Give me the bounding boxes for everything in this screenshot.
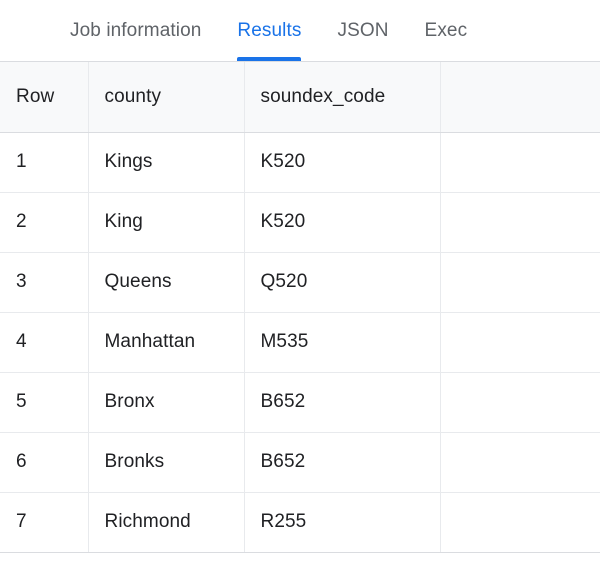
table-row[interactable]: 4 Manhattan M535 — [0, 312, 600, 373]
tab-results[interactable]: Results — [237, 0, 302, 61]
cell-empty — [440, 492, 600, 553]
table-header-row: Row county soundex_code — [0, 62, 600, 133]
tab-label: JSON — [337, 19, 389, 41]
cell-county: Queens — [88, 252, 245, 313]
cell-soundex-code: B652 — [244, 432, 441, 493]
column-header-soundex-code[interactable]: soundex_code — [244, 62, 441, 133]
table-row[interactable]: 2 King K520 — [0, 192, 600, 253]
table-row[interactable]: 7 Richmond R255 — [0, 492, 600, 553]
cell-empty — [440, 312, 600, 373]
query-results-panel: Job information Results JSON Exec Row co… — [0, 0, 600, 571]
tab-json[interactable]: JSON — [337, 0, 388, 61]
cell-soundex-code: M535 — [244, 312, 441, 373]
column-header-row[interactable]: Row — [0, 62, 89, 133]
table-row[interactable]: 3 Queens Q520 — [0, 252, 600, 313]
cell-soundex-code: K520 — [244, 192, 441, 253]
cell-empty — [440, 432, 600, 493]
cell-row-number: 4 — [0, 312, 89, 373]
results-table-header: Row county soundex_code — [0, 62, 600, 133]
cell-county: Richmond — [88, 492, 245, 553]
cell-county: Kings — [88, 132, 245, 193]
cell-row-number: 5 — [0, 372, 89, 433]
cell-soundex-code: K520 — [244, 132, 441, 193]
results-table: Row county soundex_code 1 Kings K520 2 K… — [0, 62, 600, 553]
tab-active-indicator — [237, 57, 302, 61]
cell-county: Bronx — [88, 372, 245, 433]
cell-county: Manhattan — [88, 312, 245, 373]
table-row[interactable]: 5 Bronx B652 — [0, 372, 600, 433]
cell-row-number: 6 — [0, 432, 89, 493]
column-header-county[interactable]: county — [88, 62, 245, 133]
cell-row-number: 3 — [0, 252, 89, 313]
cell-empty — [440, 372, 600, 433]
cell-row-number: 7 — [0, 492, 89, 553]
cell-row-number: 1 — [0, 132, 89, 193]
cell-soundex-code: B652 — [244, 372, 441, 433]
cell-empty — [440, 132, 600, 193]
tab-job-information[interactable]: Job information — [70, 0, 201, 61]
cell-county: Bronks — [88, 432, 245, 493]
table-row[interactable]: 1 Kings K520 — [0, 132, 600, 193]
results-table-container: Row county soundex_code 1 Kings K520 2 K… — [0, 62, 600, 569]
cell-soundex-code: Q520 — [244, 252, 441, 313]
cell-empty — [440, 252, 600, 313]
tab-label: Exec — [424, 19, 468, 41]
tab-execution-details[interactable]: Exec — [425, 0, 468, 61]
table-bottom-spacer — [0, 552, 600, 569]
cell-county: King — [88, 192, 245, 253]
tab-label: Results — [237, 19, 302, 41]
table-row[interactable]: 6 Bronks B652 — [0, 432, 600, 493]
results-tab-bar: Job information Results JSON Exec — [0, 0, 600, 62]
cell-empty — [440, 192, 600, 253]
column-header-empty — [440, 62, 600, 133]
tab-label: Job information — [70, 19, 202, 41]
cell-soundex-code: R255 — [244, 492, 441, 553]
results-table-body: 1 Kings K520 2 King K520 3 Queens Q520 4… — [0, 132, 600, 553]
cell-row-number: 2 — [0, 192, 89, 253]
